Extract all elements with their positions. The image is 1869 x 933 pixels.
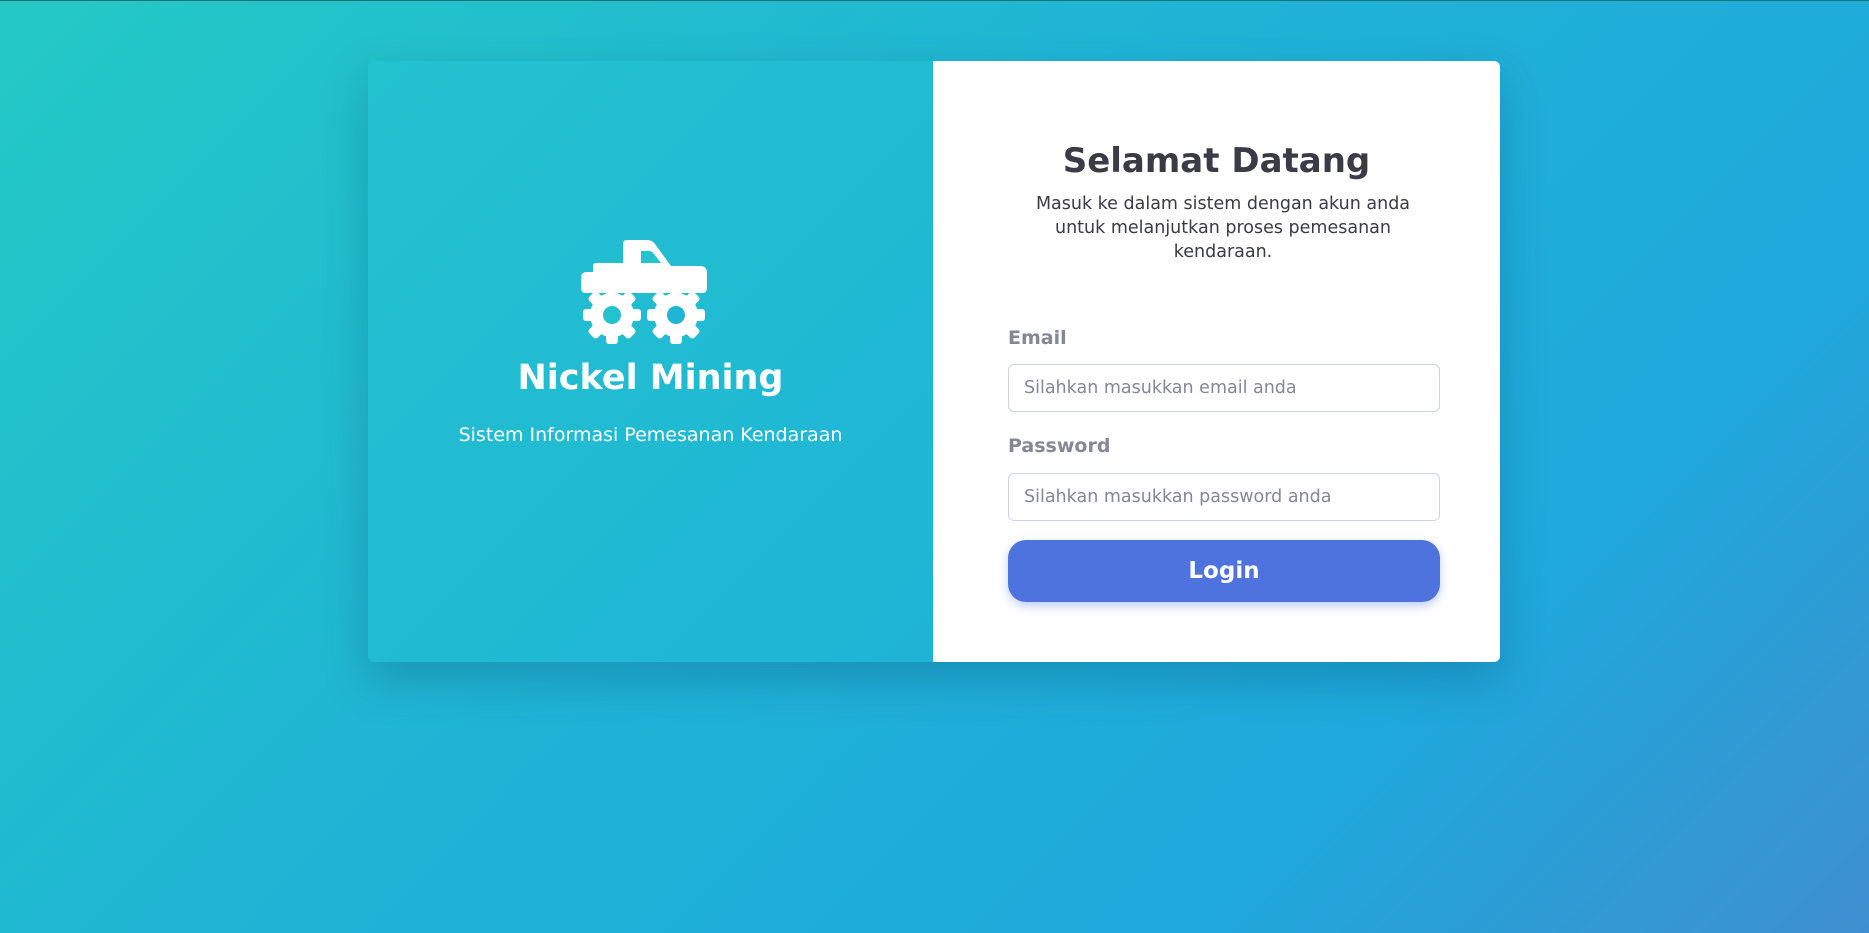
monster-truck-icon — [581, 240, 707, 344]
brand-subtitle: Sistem Informasi Pemesanan Kendaraan — [458, 424, 843, 446]
top-border — [0, 0, 1869, 1]
password-field[interactable] — [1008, 473, 1440, 521]
email-label: Email — [1008, 327, 1067, 349]
login-button[interactable]: Login — [1008, 540, 1440, 602]
email-field[interactable] — [1008, 364, 1440, 412]
welcome-description: Masuk ke dalam sistem dengan akun anda u… — [1035, 194, 1411, 262]
brand-panel: Nickel Mining Sistem Informasi Pemesanan… — [368, 61, 933, 662]
brand-title: Nickel Mining — [517, 358, 784, 398]
page-title: Selamat Datang — [1062, 141, 1371, 181]
password-label: Password — [1008, 435, 1111, 457]
login-card: Nickel Mining Sistem Informasi Pemesanan… — [368, 61, 1500, 662]
login-form-panel: Selamat Datang Masuk ke dalam sistem den… — [933, 61, 1500, 662]
